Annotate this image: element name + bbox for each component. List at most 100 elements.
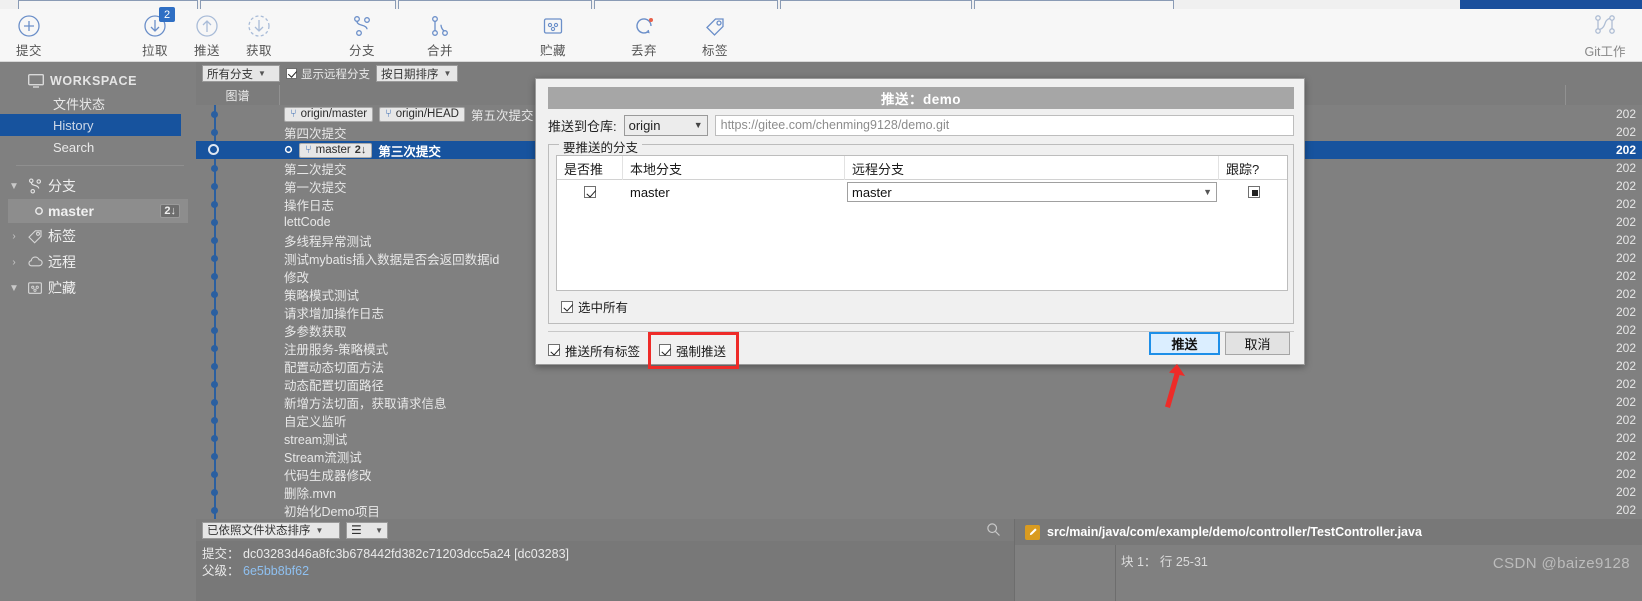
column-header-track[interactable]: 跟踪? bbox=[1219, 156, 1289, 180]
toolbar-button-commit[interactable]: 提交 bbox=[0, 13, 58, 59]
commit-row[interactable]: 新增方法切面，获取请求信息 202 bbox=[196, 393, 1642, 411]
select-all-checkbox[interactable]: 选中所有 bbox=[561, 297, 628, 316]
toolbar-button-discard[interactable]: 丢弃 bbox=[615, 13, 673, 59]
row-push-checkbox[interactable] bbox=[584, 186, 596, 198]
fetch-dashed-down-icon bbox=[247, 13, 271, 39]
push-button[interactable]: 推送 bbox=[1149, 332, 1220, 355]
column-header-label: 本地分支 bbox=[630, 161, 683, 177]
toolbar-button-stash[interactable]: 贮藏 bbox=[524, 13, 582, 59]
git-workspace-icon bbox=[1592, 13, 1618, 40]
column-header-date[interactable] bbox=[1566, 85, 1642, 105]
commit-graph-cell bbox=[196, 123, 280, 141]
commit-row[interactable]: 自定义监听 202 bbox=[196, 411, 1642, 429]
commit-graph-cell bbox=[196, 465, 280, 483]
file-view-mode-select[interactable]: ☰ ▼ bbox=[346, 521, 388, 539]
commit-graph-cell bbox=[196, 285, 280, 303]
branch-ref-label: master bbox=[315, 144, 351, 156]
commit-row[interactable]: 初始化Demo项目 202 bbox=[196, 501, 1642, 519]
commit-date-cell: 202 bbox=[1615, 107, 1636, 121]
commit-row[interactable]: 删除.mvn 202 bbox=[196, 483, 1642, 501]
sort-order-select[interactable]: 按日期排序 ▼ bbox=[376, 65, 458, 82]
force-push-checkbox[interactable]: 强制推送 bbox=[659, 341, 726, 360]
sidebar-group-tags[interactable]: › 标签 bbox=[0, 223, 196, 249]
chevron-down-icon[interactable]: ▼ bbox=[6, 181, 22, 192]
column-header-graph[interactable]: 图谱 bbox=[196, 85, 280, 105]
column-header-remote-branch[interactable]: 远程分支 bbox=[845, 156, 1219, 180]
parent-hash-value[interactable]: 6e5bb8bf62 bbox=[243, 564, 309, 578]
search-icon[interactable] bbox=[986, 522, 1001, 540]
file-sort-value: 已依照文件状态排序 bbox=[207, 525, 311, 537]
chevron-right-icon[interactable]: › bbox=[6, 257, 22, 268]
commit-graph-cell bbox=[196, 195, 280, 213]
toolbar-label: 提交 bbox=[15, 44, 42, 58]
commit-message-text: 第一次提交 bbox=[284, 180, 347, 195]
column-header-label: 是否推 bbox=[564, 161, 604, 177]
commit-row[interactable]: 动态配置切面路径 202 bbox=[196, 375, 1642, 393]
row-push-checkbox-cell[interactable] bbox=[557, 180, 623, 204]
parent-hash-row: 父级： 6e5bb8bf62 bbox=[202, 563, 1014, 580]
row-remote-branch-cell[interactable]: master ▼ bbox=[845, 180, 1219, 204]
column-header-label: 远程分支 bbox=[852, 161, 905, 177]
toolbar-button-tag[interactable]: 标签 bbox=[686, 13, 744, 59]
commit-graph-cell bbox=[196, 267, 280, 285]
commit-message-text: 新增方法切面，获取请求信息 bbox=[284, 396, 447, 411]
tab-segment[interactable] bbox=[200, 0, 396, 9]
sidebar-group-remotes[interactable]: › 远程 bbox=[0, 249, 196, 275]
branch-filter-select[interactable]: 所有分支 ▼ bbox=[202, 65, 280, 82]
tab-segment[interactable] bbox=[398, 0, 592, 9]
toolbar-button-branch[interactable]: 分支 bbox=[333, 13, 391, 59]
row-track-checkbox[interactable] bbox=[1248, 186, 1260, 198]
commit-message-cell: ⑂ origin/master ⑂ origin/HEAD 第五次提交 bbox=[284, 105, 533, 123]
commit-message-text: 第二次提交 bbox=[284, 162, 347, 177]
tab-segment[interactable] bbox=[780, 0, 972, 9]
tab-segment[interactable] bbox=[974, 0, 1174, 9]
file-sort-select[interactable]: 已依照文件状态排序 ▼ bbox=[202, 521, 340, 539]
commit-row[interactable]: stream测试 202 bbox=[196, 429, 1642, 447]
hunk-label: 块 1： bbox=[1121, 555, 1157, 569]
branches-table[interactable]: 是否推 本地分支 远程分支 跟踪? master master ▼ bbox=[556, 155, 1288, 291]
diff-file-header[interactable]: src/main/java/com/example/demo/controlle… bbox=[1014, 519, 1642, 545]
column-header-should-push[interactable]: 是否推 bbox=[557, 156, 623, 180]
push-repository-select[interactable]: origin ▼ bbox=[623, 114, 708, 136]
sidebar-group-branches[interactable]: ▼ 分支 bbox=[0, 173, 196, 199]
branch-filter-value: 所有分支 bbox=[207, 68, 253, 81]
left-sidebar: WORKSPACE 文件状态 History Search ▼ 分支 maste… bbox=[0, 62, 196, 601]
push-all-tags-checkbox[interactable]: 推送所有标签 bbox=[548, 341, 640, 360]
graph-node bbox=[211, 327, 218, 334]
commit-date-cell: 202 bbox=[1615, 269, 1636, 283]
sidebar-item-search[interactable]: Search bbox=[0, 136, 196, 158]
commit-row[interactable]: 代码生成器修改 202 bbox=[196, 465, 1642, 483]
toolbar-button-pull[interactable]: 2 拉取 bbox=[126, 7, 184, 59]
sidebar-item-history[interactable]: History bbox=[0, 114, 181, 136]
branch-ref-tag[interactable]: ⑂ origin/HEAD bbox=[379, 106, 465, 122]
commit-date-cell: 202 bbox=[1615, 143, 1636, 157]
checkbox-box bbox=[548, 344, 560, 356]
table-row[interactable]: master master ▼ bbox=[557, 180, 1287, 204]
watermark: CSDN @baize9128 bbox=[1492, 555, 1630, 572]
commit-graph-cell bbox=[196, 213, 280, 231]
commit-graph-cell bbox=[196, 429, 280, 447]
row-track-cell[interactable] bbox=[1219, 180, 1289, 204]
branch-ref-tag[interactable]: ⑂ master 2↓ bbox=[299, 142, 373, 158]
branch-ref-tag[interactable]: ⑂ origin/master bbox=[284, 106, 374, 122]
sidebar-branch-master[interactable]: master 2↓ bbox=[8, 199, 188, 223]
commit-row[interactable]: Stream流测试 202 bbox=[196, 447, 1642, 465]
chevron-down-icon[interactable]: ▼ bbox=[6, 283, 22, 294]
sidebar-group-stashes[interactable]: ▼ 贮藏 bbox=[0, 275, 196, 301]
toolbar-button-merge[interactable]: 合并 bbox=[411, 13, 469, 59]
commit-message-text: lettCode bbox=[284, 215, 331, 229]
toolbar-button-push[interactable]: 推送 bbox=[178, 13, 236, 59]
sidebar-item-file-status[interactable]: 文件状态 bbox=[0, 92, 196, 114]
column-header-local-branch[interactable]: 本地分支 bbox=[623, 156, 845, 180]
sort-order-value: 按日期排序 bbox=[381, 68, 439, 81]
commit-graph-cell bbox=[196, 411, 280, 429]
toolbar-button-fetch[interactable]: 获取 bbox=[230, 13, 288, 59]
chevron-right-icon[interactable]: › bbox=[6, 231, 22, 242]
graph-head-node bbox=[208, 144, 219, 155]
tab-segment[interactable] bbox=[594, 0, 778, 9]
show-remote-branches-checkbox[interactable]: 显示远程分支 bbox=[286, 66, 370, 82]
branch-icon bbox=[350, 13, 374, 39]
toolbar-button-git-workspace[interactable]: Git工作 bbox=[1574, 13, 1636, 59]
row-remote-branch-select[interactable]: master ▼ bbox=[847, 182, 1217, 202]
cancel-button[interactable]: 取消 bbox=[1225, 332, 1290, 355]
